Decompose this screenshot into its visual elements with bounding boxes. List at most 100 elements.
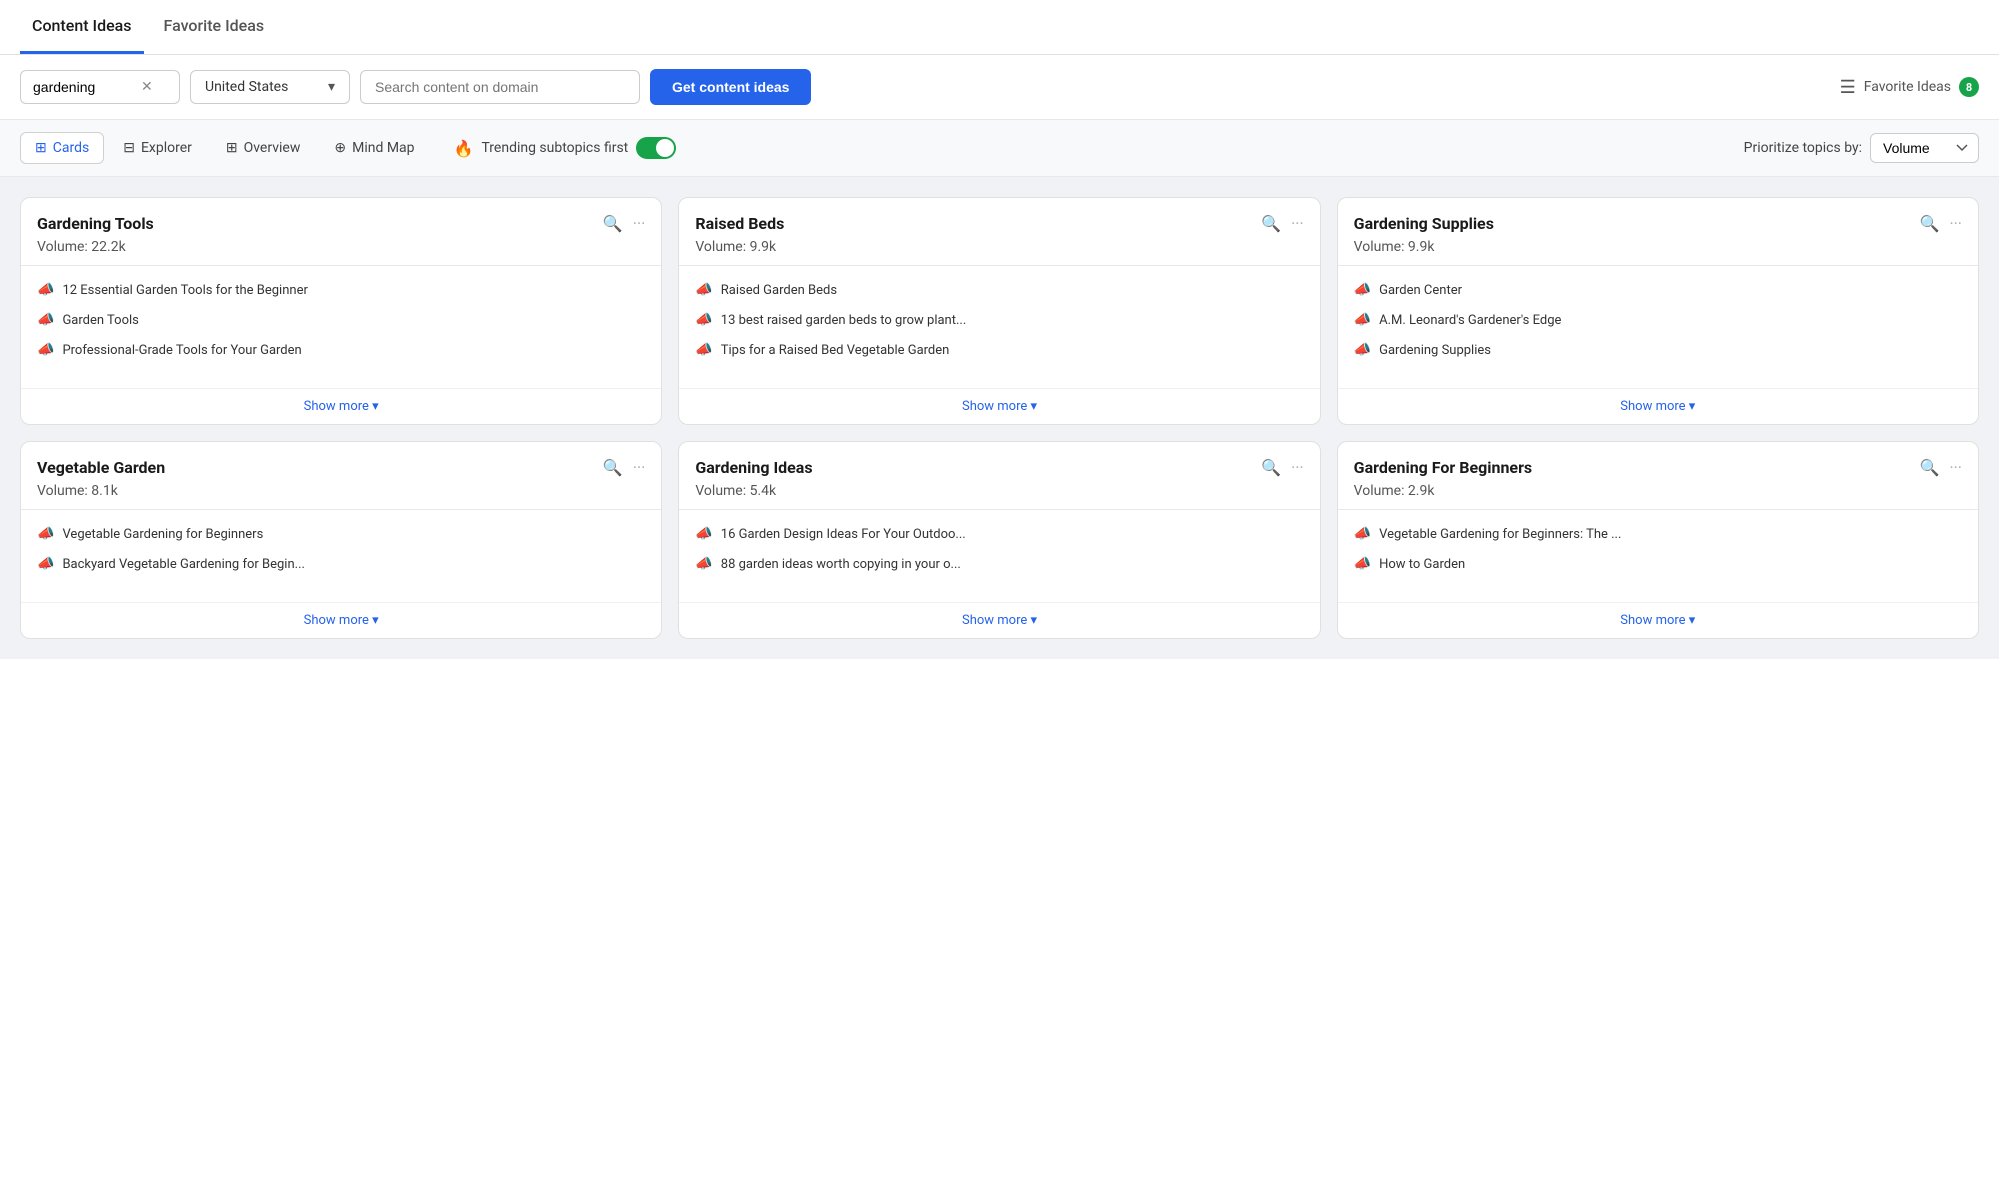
search-icon[interactable]: 🔍 (1920, 458, 1940, 477)
view-tab-overview[interactable]: ⊞ Overview (211, 132, 315, 164)
megaphone-icon: 📣 (1354, 312, 1371, 328)
card-item-text: Vegetable Gardening for Beginners: The .… (1379, 527, 1621, 542)
card-volume: Volume: 22.2k (37, 239, 645, 255)
view-tab-explorer[interactable]: ⊟ Explorer (108, 132, 207, 164)
cards-grid: Gardening Tools 🔍 ··· Volume: 22.2k 📣 12… (0, 177, 1999, 659)
trending-section: 🔥 Trending subtopics first (454, 137, 677, 159)
show-more-link[interactable]: Show more ▾ (679, 388, 1319, 424)
card-item: 📣 Professional-Grade Tools for Your Gard… (37, 342, 645, 358)
search-icon[interactable]: 🔍 (603, 214, 623, 233)
card-action-buttons: 🔍 ··· (1261, 214, 1303, 233)
get-content-ideas-button[interactable]: Get content ideas (650, 69, 811, 105)
show-more-link[interactable]: Show more ▾ (21, 602, 661, 638)
card-item: 📣 16 Garden Design Ideas For Your Outdoo… (695, 526, 1303, 542)
card-title: Gardening Ideas (695, 458, 812, 477)
card-item-text: Raised Garden Beds (721, 283, 837, 298)
more-options-icon[interactable]: ··· (1291, 214, 1304, 233)
card-item-text: Gardening Supplies (1379, 343, 1491, 358)
card-header: Vegetable Garden 🔍 ··· Volume: 8.1k (21, 442, 661, 510)
fire-icon: 🔥 (454, 139, 474, 158)
megaphone-icon: 📣 (1354, 526, 1371, 542)
card-item-text: 88 garden ideas worth copying in your o.… (721, 557, 961, 572)
prioritize-section: Prioritize topics by: Volume Difficulty … (1744, 133, 1979, 163)
prioritize-label: Prioritize topics by: (1744, 140, 1862, 156)
view-bar: ⊞ Cards ⊟ Explorer ⊞ Overview ⊕ Mind Map… (0, 120, 1999, 177)
favorites-count-badge: 8 (1959, 77, 1979, 97)
search-icon[interactable]: 🔍 (1261, 458, 1281, 477)
megaphone-icon: 📣 (1354, 342, 1371, 358)
card-header: Gardening Tools 🔍 ··· Volume: 22.2k (21, 198, 661, 266)
card-body: 📣 16 Garden Design Ideas For Your Outdoo… (679, 510, 1319, 602)
trending-label: Trending subtopics first (481, 140, 628, 156)
show-more-link[interactable]: Show more ▾ (1338, 602, 1978, 638)
card-title: Gardening Supplies (1354, 214, 1494, 233)
card-item: 📣 88 garden ideas worth copying in your … (695, 556, 1303, 572)
card-body: 📣 Vegetable Gardening for Beginners: The… (1338, 510, 1978, 602)
megaphone-icon: 📣 (695, 342, 712, 358)
megaphone-icon: 📣 (1354, 282, 1371, 298)
card-item-text: Garden Tools (62, 313, 138, 328)
country-label: United States (205, 79, 288, 95)
card-header: Raised Beds 🔍 ··· Volume: 9.9k (679, 198, 1319, 266)
card-gardening-supplies: Gardening Supplies 🔍 ··· Volume: 9.9k 📣 … (1337, 197, 1979, 425)
show-more-link[interactable]: Show more ▾ (21, 388, 661, 424)
card-header: Gardening Supplies 🔍 ··· Volume: 9.9k (1338, 198, 1978, 266)
list-icon: ☰ (1840, 77, 1856, 98)
card-item-text: A.M. Leonard's Gardener's Edge (1379, 313, 1561, 328)
more-options-icon[interactable]: ··· (1949, 458, 1962, 477)
megaphone-icon: 📣 (37, 526, 54, 542)
card-header: Gardening For Beginners 🔍 ··· Volume: 2.… (1338, 442, 1978, 510)
megaphone-icon: 📣 (37, 282, 54, 298)
more-options-icon[interactable]: ··· (633, 458, 646, 477)
card-item-text: 13 best raised garden beds to grow plant… (721, 313, 967, 328)
card-action-buttons: 🔍 ··· (1920, 458, 1962, 477)
search-icon[interactable]: 🔍 (1920, 214, 1940, 233)
tab-content-ideas[interactable]: Content Ideas (20, 0, 144, 54)
clear-keyword-icon[interactable]: ✕ (141, 79, 153, 95)
overview-view-icon: ⊞ (226, 140, 238, 156)
view-tab-explorer-label: Explorer (141, 140, 192, 156)
view-tab-mindmap[interactable]: ⊕ Mind Map (319, 132, 429, 164)
tab-favorite-ideas[interactable]: Favorite Ideas (152, 0, 277, 54)
card-item-text: Tips for a Raised Bed Vegetable Garden (721, 343, 950, 358)
more-options-icon[interactable]: ··· (1949, 214, 1962, 233)
card-item: 📣 13 best raised garden beds to grow pla… (695, 312, 1303, 328)
domain-search-input[interactable] (375, 79, 625, 95)
keyword-input[interactable] (33, 79, 133, 95)
card-title: Gardening Tools (37, 214, 154, 233)
card-body: 📣 12 Essential Garden Tools for the Begi… (21, 266, 661, 388)
favorites-button[interactable]: ☰ Favorite Ideas 8 (1840, 77, 1979, 98)
card-item-text: Vegetable Gardening for Beginners (62, 527, 263, 542)
card-vegetable-garden: Vegetable Garden 🔍 ··· Volume: 8.1k 📣 Ve… (20, 441, 662, 639)
show-more-link[interactable]: Show more ▾ (1338, 388, 1978, 424)
more-options-icon[interactable]: ··· (633, 214, 646, 233)
card-item-text: 12 Essential Garden Tools for the Beginn… (62, 283, 307, 298)
card-item-text: 16 Garden Design Ideas For Your Outdoo..… (721, 527, 966, 542)
card-item: 📣 A.M. Leonard's Gardener's Edge (1354, 312, 1962, 328)
trending-toggle[interactable] (636, 137, 676, 159)
search-icon[interactable]: 🔍 (1261, 214, 1281, 233)
chevron-down-icon: ▾ (328, 79, 335, 95)
card-volume: Volume: 9.9k (1354, 239, 1962, 255)
card-action-buttons: 🔍 ··· (603, 214, 645, 233)
top-tabs-bar: Content Ideas Favorite Ideas (0, 0, 1999, 55)
card-body: 📣 Raised Garden Beds 📣 13 best raised ga… (679, 266, 1319, 388)
megaphone-icon: 📣 (37, 556, 54, 572)
megaphone-icon: 📣 (695, 312, 712, 328)
search-icon[interactable]: 🔍 (603, 458, 623, 477)
card-item-text: Garden Center (1379, 283, 1462, 298)
card-volume: Volume: 5.4k (695, 483, 1303, 499)
more-options-icon[interactable]: ··· (1291, 458, 1304, 477)
country-dropdown[interactable]: United States ▾ (190, 70, 350, 104)
prioritize-select[interactable]: Volume Difficulty Relevance (1870, 133, 1979, 163)
card-item: 📣 How to Garden (1354, 556, 1962, 572)
card-gardening-ideas: Gardening Ideas 🔍 ··· Volume: 5.4k 📣 16 … (678, 441, 1320, 639)
view-tab-cards[interactable]: ⊞ Cards (20, 132, 104, 164)
card-item: 📣 Garden Tools (37, 312, 645, 328)
view-tab-overview-label: Overview (244, 140, 301, 156)
megaphone-icon: 📣 (37, 312, 54, 328)
mindmap-view-icon: ⊕ (334, 140, 346, 156)
show-more-link[interactable]: Show more ▾ (679, 602, 1319, 638)
card-body: 📣 Vegetable Gardening for Beginners 📣 Ba… (21, 510, 661, 602)
card-item: 📣 Tips for a Raised Bed Vegetable Garden (695, 342, 1303, 358)
